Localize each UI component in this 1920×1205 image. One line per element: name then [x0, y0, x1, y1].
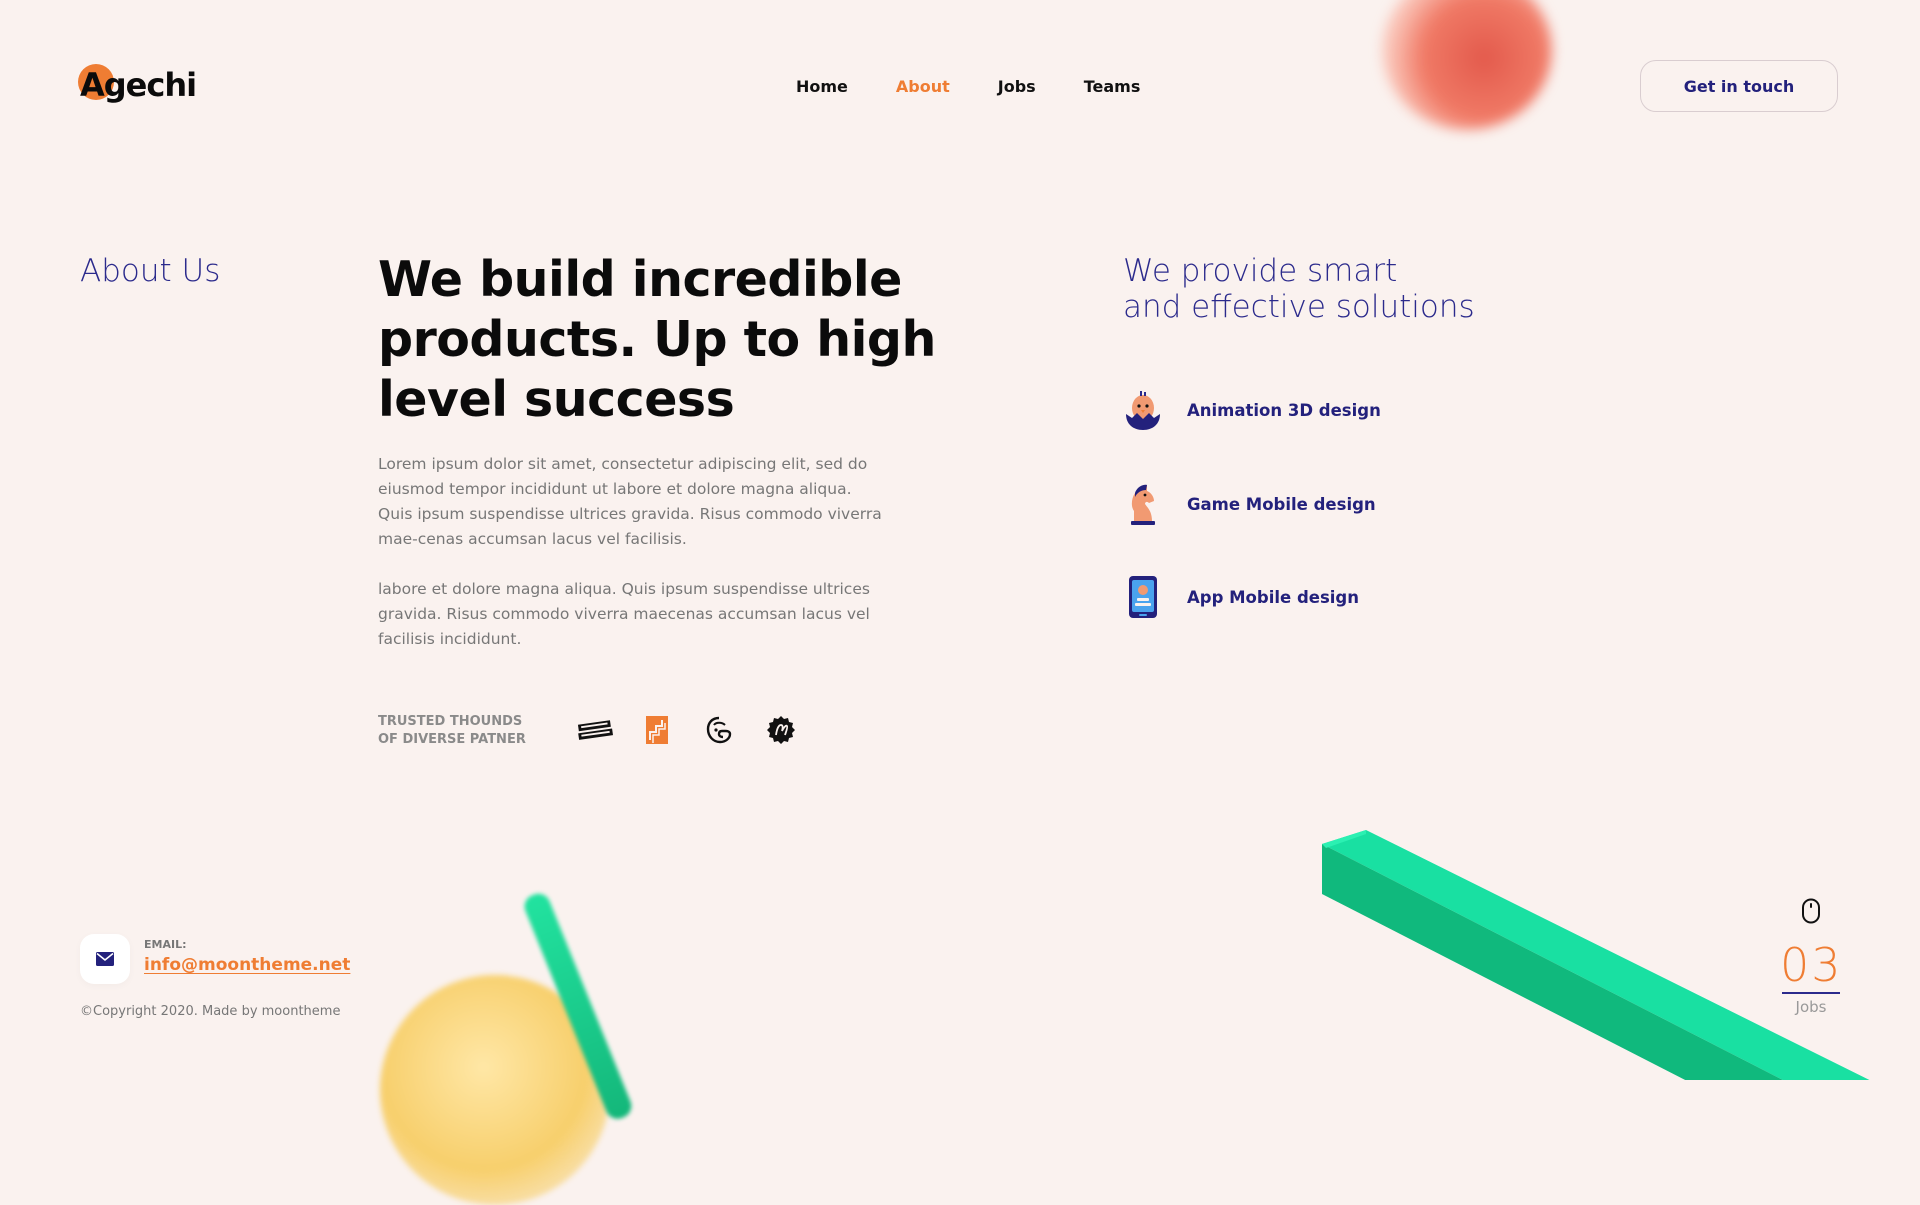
- counter-value: 03: [1780, 938, 1843, 992]
- partner-logos: [576, 712, 824, 748]
- logo[interactable]: Agechi: [80, 66, 197, 104]
- service-label: Animation 3D design: [1187, 400, 1381, 420]
- decorative-red-sphere: [1382, 0, 1552, 130]
- envelope-icon: [96, 952, 114, 966]
- angry-creative-logo[interactable]: [576, 712, 614, 748]
- trusted-line-2: OF DIVERSE PATNER: [378, 732, 526, 747]
- service-item-game[interactable]: Game Mobile design: [1123, 481, 1376, 527]
- page-headline: We build incredible products. Up to high…: [378, 251, 936, 428]
- email-link[interactable]: info@moontheme.net: [144, 955, 350, 975]
- trusted-partners-label: TRUSTED THOUNDS OF DIVERSE PATNER: [378, 713, 538, 749]
- chick-egg-icon: [1123, 387, 1163, 433]
- email-button[interactable]: [80, 934, 130, 984]
- jobs-counter: 03 Jobs: [1780, 940, 1842, 1016]
- trusted-line-1: TRUSTED THOUNDS: [378, 714, 523, 729]
- nav-about[interactable]: About: [896, 77, 950, 96]
- nav-jobs[interactable]: Jobs: [998, 77, 1036, 96]
- service-item-app[interactable]: App Mobile design: [1123, 574, 1359, 620]
- mailchimp-logo[interactable]: [700, 712, 738, 748]
- service-label: Game Mobile design: [1187, 494, 1376, 514]
- services-title: We provide smart and effective solutions: [1123, 253, 1543, 325]
- nav-home[interactable]: Home: [796, 77, 848, 96]
- chess-knight-icon: [1123, 481, 1163, 527]
- services-title-line-2: and effective solutions: [1123, 289, 1475, 325]
- stacked-squares-logo[interactable]: [638, 712, 676, 748]
- badge-logo[interactable]: [762, 712, 800, 748]
- section-title: About Us: [80, 253, 221, 289]
- nav-teams[interactable]: Teams: [1084, 77, 1141, 96]
- services-title-line-1: We provide smart: [1123, 253, 1398, 289]
- counter-divider: [1782, 992, 1840, 994]
- service-label: App Mobile design: [1187, 587, 1359, 607]
- service-item-animation[interactable]: Animation 3D design: [1123, 387, 1381, 433]
- intro-paragraph: Lorem ipsum dolor sit amet, consectetur …: [378, 455, 882, 548]
- scroll-mouse-icon[interactable]: [1801, 898, 1821, 928]
- smartphone-icon: [1123, 574, 1163, 620]
- get-in-touch-button[interactable]: Get in touch: [1640, 60, 1838, 112]
- main-nav: Home About Jobs Teams: [796, 77, 1188, 96]
- copyright-text: ©Copyright 2020. Made by moontheme: [80, 1004, 341, 1019]
- counter-caption: Jobs: [1795, 998, 1827, 1016]
- secondary-paragraph: labore et dolore magna aliqua. Quis ipsu…: [378, 580, 870, 648]
- email-label: EMAIL:: [144, 938, 187, 951]
